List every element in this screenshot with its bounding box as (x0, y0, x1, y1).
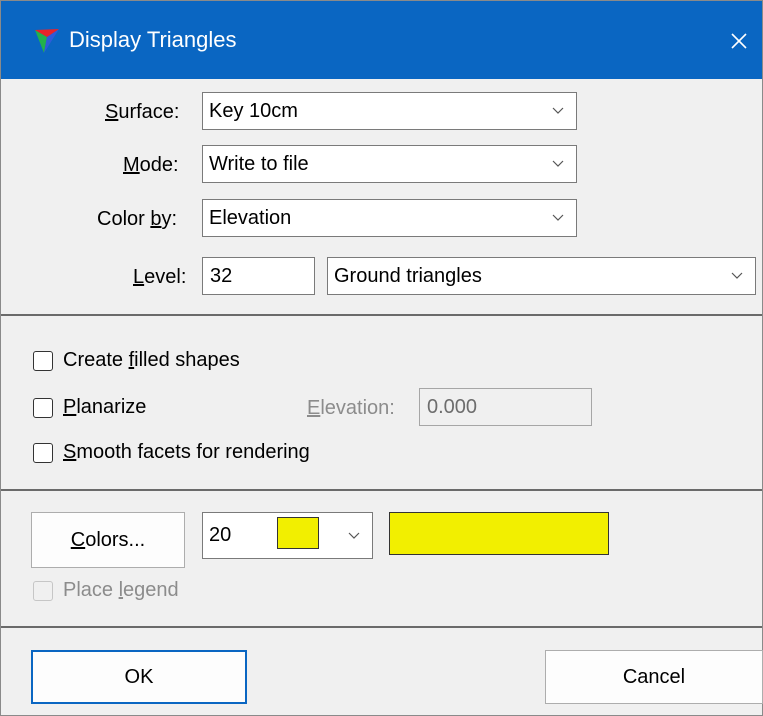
separator (1, 314, 762, 316)
color-by-combo[interactable]: Elevation (202, 199, 577, 237)
level-type-value: Ground triangles (334, 265, 482, 287)
create-filled-shapes-label[interactable]: Create filled shapes (63, 349, 240, 372)
planarize-label[interactable]: Planarize (63, 396, 146, 419)
level-label: Level: (133, 266, 187, 288)
smooth-facets-label[interactable]: Smooth facets for rendering (63, 441, 310, 464)
elevation-input[interactable]: 0.000 (419, 388, 592, 426)
triangle-app-icon (35, 29, 59, 53)
chevron-down-icon (540, 93, 576, 129)
level-type-combo[interactable]: Ground triangles (327, 257, 756, 295)
window-title: Display Triangles (69, 27, 237, 52)
chevron-down-icon (336, 513, 372, 558)
chevron-down-icon (540, 146, 576, 182)
surface-label: Surface: (105, 101, 180, 123)
ok-button[interactable]: OK (31, 650, 247, 704)
mode-combo[interactable]: Write to file (202, 145, 577, 183)
title-bar: Display Triangles (1, 1, 762, 79)
surface-combo[interactable]: Key 10cm (202, 92, 577, 130)
smooth-facets-checkbox[interactable] (33, 443, 53, 463)
color-swatch-small (277, 517, 319, 549)
color-by-label: Color by: (97, 208, 178, 230)
colors-button[interactable]: Colors... (31, 512, 185, 568)
color-count-value: 20 (209, 524, 232, 546)
close-button[interactable] (719, 21, 759, 61)
chevron-down-icon (719, 258, 755, 294)
color-swatch-large[interactable] (389, 512, 609, 555)
elevation-label: Elevation: (307, 397, 395, 419)
mode-label: Mode: (123, 154, 179, 176)
surface-value: Key 10cm (209, 100, 298, 122)
planarize-checkbox[interactable] (33, 398, 53, 418)
separator (1, 626, 762, 628)
chevron-down-icon (540, 200, 576, 236)
separator (1, 489, 762, 491)
place-legend-label[interactable]: Place legend (63, 579, 179, 602)
level-input[interactable]: 32 (202, 257, 315, 295)
mode-value: Write to file (209, 153, 309, 175)
create-filled-shapes-checkbox[interactable] (33, 351, 53, 371)
display-triangles-dialog: Display Triangles Surface: Key 10cm Mode… (0, 0, 763, 716)
close-icon (731, 33, 747, 49)
color-by-value: Elevation (209, 207, 292, 229)
place-legend-checkbox[interactable] (33, 581, 53, 601)
cancel-button[interactable]: Cancel (545, 650, 763, 704)
